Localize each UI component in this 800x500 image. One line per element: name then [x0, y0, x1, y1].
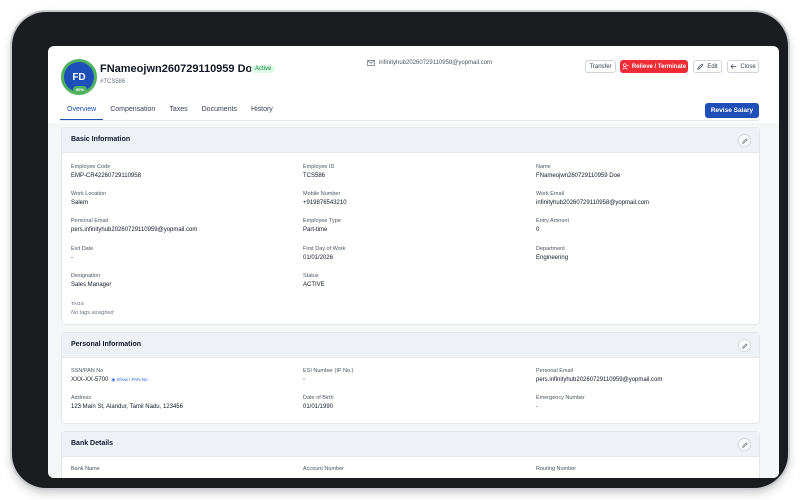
- employee-code: #TCS586: [100, 79, 126, 85]
- field-value: -: [303, 377, 305, 383]
- field-label: Department: [536, 246, 565, 252]
- tab-overview[interactable]: Overview: [60, 102, 104, 121]
- tab-bar: Overview Compensation Taxes Documents Hi…: [60, 102, 280, 121]
- main-content: Basic Information Employee Code EMP-CR42…: [48, 123, 779, 478]
- user-minus-icon: [621, 63, 629, 70]
- relieve-terminate-button[interactable]: Relieve / Terminate: [620, 60, 688, 73]
- tablet-frame: FD 80% FNameojwn260729110959 Doe Active …: [12, 12, 788, 488]
- field-value: pers.infinityhub20260729110959@yopmail.c…: [536, 377, 663, 383]
- ssn-value: XXX-XX-5700: [71, 377, 109, 383]
- field-value: EMP-CR42260729110958: [71, 173, 141, 179]
- field-value: 123 Main St, Alandur, Tamil Nadu, 123456: [71, 404, 183, 410]
- field-label: Employee Code: [71, 164, 111, 170]
- status-badge: Active: [251, 65, 276, 73]
- tab-documents[interactable]: Documents: [195, 102, 244, 121]
- tab-history[interactable]: History: [244, 102, 280, 121]
- field-label: Account Number: [303, 466, 344, 472]
- field-value: 0: [536, 227, 540, 233]
- field-label: Employee Type: [303, 218, 341, 224]
- tags-value: No tags assigned: [71, 310, 114, 316]
- field-label: Date of Birth: [303, 395, 334, 401]
- transfer-label: Transfer: [589, 63, 612, 70]
- show-ssn-label: Show / PAN No: [116, 377, 148, 382]
- field-label: Bank Name: [71, 466, 100, 472]
- field-label: Entry Amount: [536, 218, 570, 224]
- card-header: Basic Information: [62, 128, 759, 153]
- field-value: 01/01/1990: [303, 404, 334, 410]
- tags-label: TAGS: [71, 301, 85, 306]
- card-title: Basic Information: [71, 136, 131, 143]
- tab-compensation[interactable]: Compensation: [103, 102, 162, 121]
- avatar-initials: FD: [72, 71, 86, 83]
- field-value: infinityhub20260729110958@yopmail.com: [536, 200, 650, 206]
- field-value: -: [71, 255, 73, 261]
- field-value: ACTIVE: [303, 282, 325, 288]
- field-label: Address: [71, 395, 92, 401]
- transfer-button[interactable]: Transfer: [585, 60, 616, 73]
- employee-email: infinityhub20260729110958@yopmail.com: [367, 60, 492, 66]
- field-value: +919876543210: [303, 200, 347, 206]
- field-value: Salem: [71, 200, 89, 206]
- pencil-icon: [741, 137, 748, 144]
- field-label: Mobile Number: [303, 191, 341, 197]
- mail-icon: [367, 60, 375, 66]
- show-ssn-link[interactable]: ◉ Show / PAN No: [111, 377, 147, 382]
- arrow-left-icon: [730, 64, 737, 69]
- relieve-label: Relieve / Terminate: [631, 63, 687, 70]
- field-value: pers.infinityhub20260729110959@yopmail.c…: [71, 227, 198, 233]
- field-label: Personal Email: [536, 368, 573, 374]
- close-label: Close: [740, 63, 756, 70]
- field-label: Employee ID: [303, 164, 335, 170]
- field-label: First Day of Work: [303, 246, 346, 252]
- tab-divider: [60, 120, 759, 121]
- basic-information-card: Basic Information Employee Code EMP-CR42…: [61, 127, 760, 325]
- close-button[interactable]: Close: [727, 60, 759, 73]
- edit-personal-info-button[interactable]: [738, 339, 751, 352]
- card-header: Bank Details: [62, 432, 759, 457]
- field-label: Exit Date: [71, 246, 94, 252]
- field-label: SSN/PAN No: [71, 368, 104, 374]
- pencil-icon: [741, 441, 748, 448]
- app-screen: FD 80% FNameojwn260729110959 Doe Active …: [48, 46, 779, 478]
- edit-button[interactable]: Edit: [693, 60, 722, 73]
- field-value: TCS586: [303, 173, 326, 179]
- field-label: Name: [536, 164, 551, 170]
- tab-taxes[interactable]: Taxes: [162, 102, 194, 121]
- card-title: Personal Information: [71, 341, 142, 348]
- field-value: XXX-XX-5700 ◉ Show / PAN No: [71, 377, 147, 383]
- edit-basic-info-button[interactable]: [738, 134, 751, 147]
- field-label: Designation: [71, 273, 101, 279]
- field-label: Work Email: [536, 191, 565, 197]
- field-label: ESI Number (IP No.): [303, 368, 354, 374]
- field-label: Emergency Number: [536, 395, 585, 401]
- field-label: Personal Email: [71, 218, 108, 224]
- employee-email-text: infinityhub20260729110958@yopmail.com: [379, 60, 493, 66]
- bank-details-card: Bank Details Bank Name Account Number Ro…: [61, 431, 760, 478]
- field-value: FNameojwn260729110959 Doe: [536, 173, 621, 179]
- card-header: Personal Information: [62, 333, 759, 358]
- card-title: Bank Details: [71, 440, 114, 447]
- pencil-icon: [697, 63, 704, 70]
- field-value: Part-time: [303, 227, 328, 233]
- edit-bank-details-button[interactable]: [738, 438, 751, 451]
- field-value: 01/01/2026: [303, 255, 334, 261]
- field-label: Routing Number: [536, 466, 577, 472]
- employee-name: FNameojwn260729110959 Doe: [100, 63, 259, 75]
- edit-label: Edit: [707, 63, 718, 70]
- revise-salary-button[interactable]: Revise Salary: [705, 103, 759, 118]
- pencil-icon: [741, 342, 748, 349]
- field-value: Sales Manager: [71, 282, 112, 288]
- field-label: Status: [303, 273, 319, 279]
- personal-information-card: Personal Information SSN/PAN No XXX-XX-5…: [61, 332, 760, 424]
- field-value: Engineering: [536, 255, 569, 261]
- field-value: -: [536, 404, 538, 410]
- field-label: Work Location: [71, 191, 107, 197]
- profile-completion-badge: 80%: [73, 86, 88, 93]
